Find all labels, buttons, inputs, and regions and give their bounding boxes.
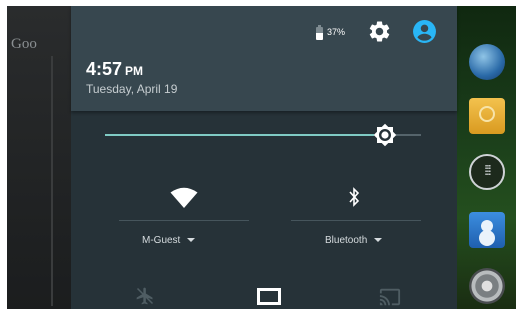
quick-settings-header: 37% 4:57 PM Tuesday, April 19 [71, 6, 457, 111]
device-screen: Goo 37% 4:57PM Tuesday, April 19 [7, 6, 516, 309]
clock-ampm: PM [125, 64, 144, 78]
brightness-icon[interactable] [373, 123, 397, 147]
app-drawer-icon[interactable] [469, 154, 505, 190]
browser-icon[interactable] [469, 44, 505, 80]
wifi-tile-divider [119, 220, 249, 221]
display-icon[interactable] [257, 288, 281, 305]
contacts-icon[interactable] [469, 212, 505, 248]
google-search-widget-text: Goo [11, 36, 37, 52]
chevron-down-icon [374, 238, 383, 243]
quick-settings-panel: 37% 4:57 PM Tuesday, April 19 M-Guest Bl… [71, 6, 457, 309]
account-circle-icon[interactable] [412, 19, 437, 44]
email-icon[interactable] [469, 98, 505, 134]
bluetooth-icon[interactable] [347, 186, 361, 208]
wifi-tile-label[interactable]: M-Guest [142, 235, 196, 246]
chevron-down-icon [187, 238, 196, 243]
cast-icon[interactable] [378, 286, 402, 308]
camera-icon[interactable] [469, 268, 505, 304]
battery-percentage: 37% [327, 27, 346, 37]
gear-icon[interactable] [367, 19, 392, 44]
bluetooth-tile-divider [291, 220, 421, 221]
wifi-network-name: M-Guest [142, 235, 181, 246]
home-screen-left-edge: Goo [7, 6, 71, 309]
brightness-slider-fill [105, 134, 393, 136]
wifi-icon[interactable] [170, 187, 198, 209]
bluetooth-label: Bluetooth [325, 235, 368, 246]
search-widget-edge [51, 56, 53, 306]
airplane-mode-icon[interactable] [135, 286, 155, 306]
clock-hours-minutes: 4:57 [86, 59, 123, 79]
clock-time[interactable]: 4:57 PM [86, 59, 143, 80]
bluetooth-tile-label[interactable]: Bluetooth [325, 235, 383, 246]
battery-icon [316, 25, 323, 40]
clock-date[interactable]: Tuesday, April 19 [86, 82, 177, 96]
